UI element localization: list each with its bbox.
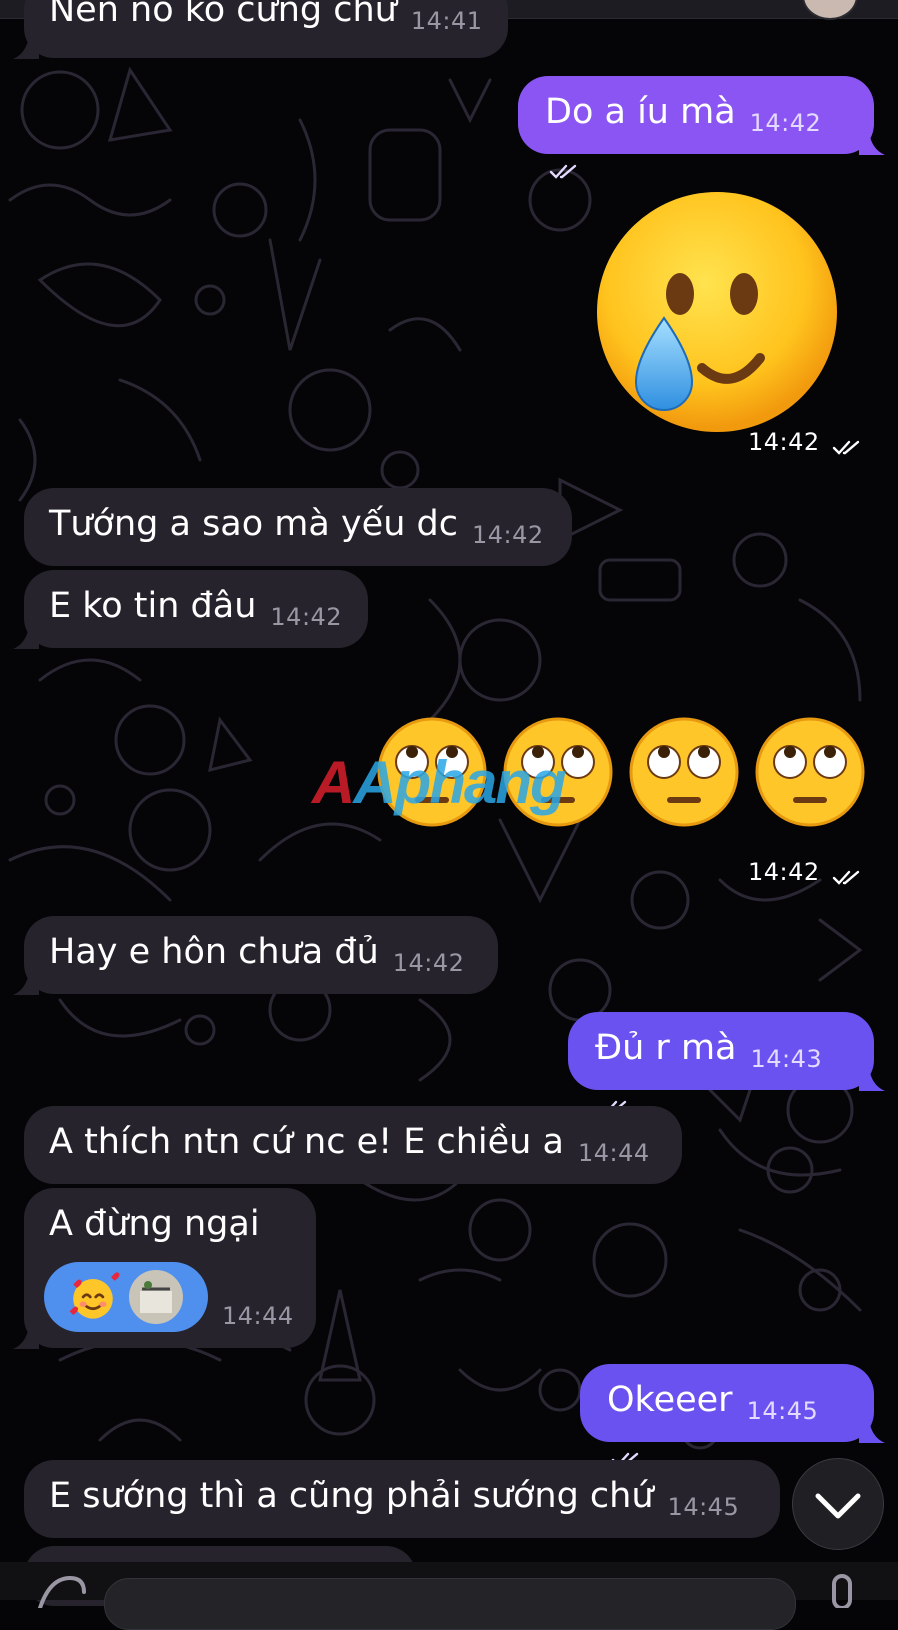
message-time: 14:44: [577, 1139, 650, 1167]
message-incoming[interactable]: Hay e hôn chưa đủ 14:42: [13, 916, 498, 995]
message-time: 14:42: [749, 109, 822, 137]
chevron-down-icon: [815, 1493, 861, 1519]
bubble-tail: [13, 1325, 39, 1349]
message-time: 14:42: [392, 949, 465, 977]
message-time: 14:42: [270, 603, 343, 631]
bubble-tail: [859, 131, 885, 155]
message-text: Okeeer: [607, 1380, 733, 1420]
message-time: 14:42: [748, 858, 820, 886]
double-check-icon: [832, 440, 860, 455]
message-time: 14:43: [750, 1045, 823, 1073]
bubble-tail: [859, 1419, 885, 1443]
message-incoming[interactable]: Nên nó ko cứng chứ 14:41: [13, 0, 508, 59]
watermark-logo: AAphang: [312, 749, 567, 816]
double-check-icon: [832, 870, 860, 885]
sticker-time: 14:42: [748, 858, 864, 886]
smiling-face-with-hearts-icon: [69, 1272, 120, 1319]
message-text: Hay e hôn chưa đủ: [49, 932, 379, 972]
message-text: Tướng a sao mà yếu dc: [49, 504, 458, 544]
bubble-tail: [13, 971, 39, 995]
microphone-icon[interactable]: [812, 1568, 872, 1608]
reaction-user-avatar-icon: [129, 1270, 183, 1324]
message-text: Nên nó ko cứng chứ: [49, 0, 397, 30]
double-check-icon: [549, 164, 577, 179]
scroll-to-bottom-button[interactable]: [792, 1458, 884, 1550]
message-incoming[interactable]: Tướng a sao mà yếu dc 14:42: [24, 488, 572, 566]
avatar[interactable]: [802, 0, 858, 20]
face-with-rolling-eyes-icon[interactable]: [754, 716, 866, 828]
message-time: 14:42: [748, 428, 820, 456]
attach-icon[interactable]: [30, 1568, 90, 1608]
bubble-tail: [859, 1067, 885, 1091]
message-time: 14:45: [746, 1397, 819, 1425]
message-time: 14:44: [222, 1302, 294, 1330]
message-time: 14:45: [667, 1493, 740, 1521]
message-incoming[interactable]: A thích ntn cứ nc e! E chiều a 14:44: [24, 1106, 682, 1184]
message-text: Đủ r mà: [595, 1028, 737, 1068]
message-input-field[interactable]: [104, 1578, 796, 1630]
message-text: Do a íu mà: [545, 92, 736, 132]
message-incoming[interactable]: E ko tin đâu 14:42: [13, 570, 368, 649]
message-text: E ko tin đâu: [49, 586, 257, 626]
message-outgoing[interactable]: Do a íu mà 14:42: [518, 76, 885, 179]
reaction-pill[interactable]: [44, 1262, 208, 1332]
message-time: 14:41: [410, 7, 483, 35]
message-incoming[interactable]: E sướng thì a cũng phải sướng chứ 14:45: [24, 1460, 780, 1538]
bubble-tail: [13, 625, 39, 649]
message-text: A thích ntn cứ nc e! E chiều a: [49, 1122, 564, 1162]
smiling-face-with-tear-icon[interactable]: [592, 190, 842, 440]
message-text: A đừng ngại: [49, 1204, 260, 1244]
message-time: 14:42: [471, 521, 544, 549]
face-with-rolling-eyes-icon[interactable]: [628, 716, 740, 828]
message-outgoing[interactable]: Okeeer 14:45: [580, 1364, 885, 1467]
message-outgoing[interactable]: Đủ r mà 14:43: [568, 1012, 885, 1115]
bubble-tail: [13, 35, 39, 59]
message-text: E sướng thì a cũng phải sướng chứ: [49, 1476, 654, 1516]
sticker-time: 14:42: [748, 428, 864, 456]
